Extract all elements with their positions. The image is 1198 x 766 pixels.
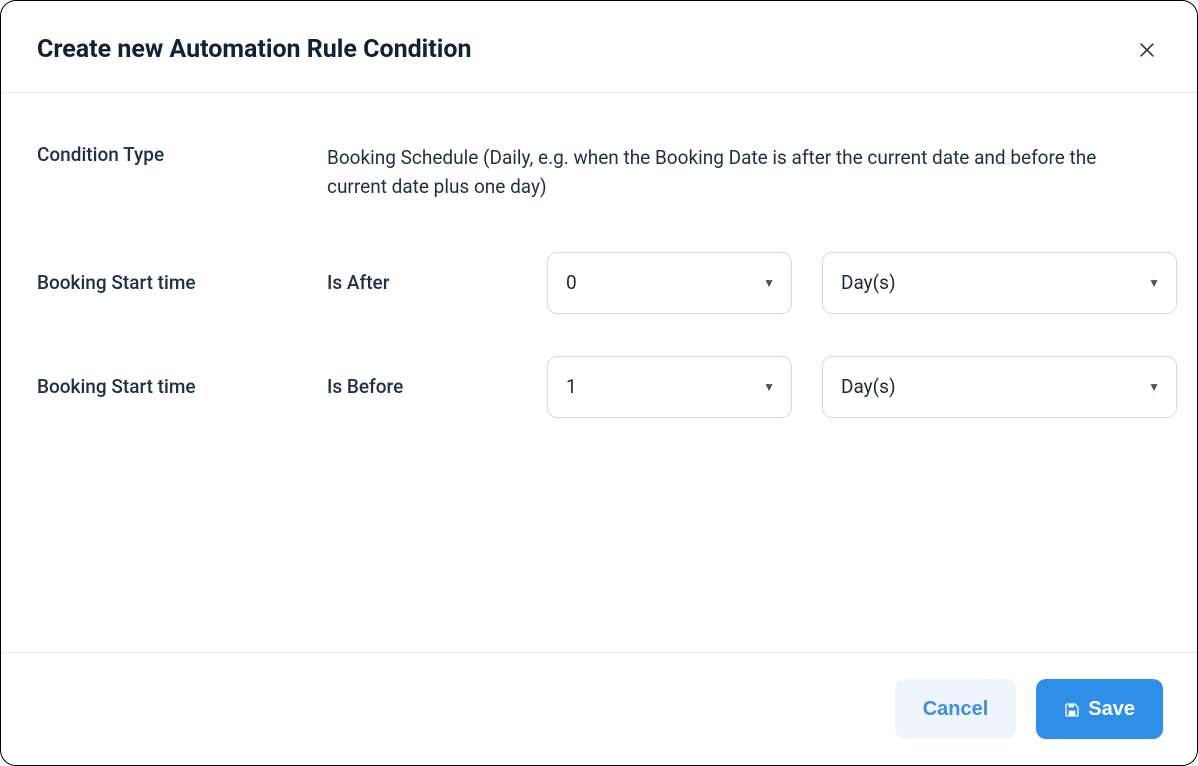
condition-type-label: Condition Type <box>37 143 327 166</box>
unit-select-text: Day(s) <box>841 375 896 398</box>
chevron-down-icon: ▼ <box>1148 276 1160 290</box>
cancel-button-label: Cancel <box>923 698 989 721</box>
modal-body: Condition Type Booking Schedule (Daily, … <box>1 93 1197 652</box>
condition-type-row: Condition Type Booking Schedule (Daily, … <box>37 143 1161 202</box>
modal-header: Create new Automation Rule Condition <box>1 1 1197 93</box>
create-condition-modal: Create new Automation Rule Condition Con… <box>0 0 1198 766</box>
close-button[interactable] <box>1133 36 1161 64</box>
unit-select[interactable]: Day(s) ▼ <box>822 356 1177 418</box>
modal-footer: Cancel Save <box>1 652 1197 765</box>
save-button[interactable]: Save <box>1036 679 1163 739</box>
field-label: Booking Start time <box>37 271 327 294</box>
modal-title: Create new Automation Rule Condition <box>37 35 472 64</box>
close-icon <box>1137 40 1157 60</box>
chevron-down-icon: ▼ <box>1148 380 1160 394</box>
operator-label: Is Before <box>327 375 547 398</box>
condition-type-description: Booking Schedule (Daily, e.g. when the B… <box>327 143 1157 202</box>
condition-row: Booking Start time Is After 0 ▼ Day(s) ▼ <box>37 252 1161 314</box>
save-icon <box>1064 701 1080 717</box>
chevron-down-icon: ▼ <box>763 380 775 394</box>
cancel-button[interactable]: Cancel <box>895 679 1017 739</box>
save-button-label: Save <box>1088 698 1135 721</box>
unit-select[interactable]: Day(s) ▼ <box>822 252 1177 314</box>
operator-label: Is After <box>327 271 547 294</box>
value-select[interactable]: 1 ▼ <box>547 356 792 418</box>
unit-select-text: Day(s) <box>841 271 896 294</box>
field-label: Booking Start time <box>37 375 327 398</box>
chevron-down-icon: ▼ <box>763 276 775 290</box>
condition-row: Booking Start time Is Before 1 ▼ Day(s) … <box>37 356 1161 418</box>
value-select-text: 1 <box>566 375 577 398</box>
value-select-text: 0 <box>566 271 577 294</box>
value-select[interactable]: 0 ▼ <box>547 252 792 314</box>
